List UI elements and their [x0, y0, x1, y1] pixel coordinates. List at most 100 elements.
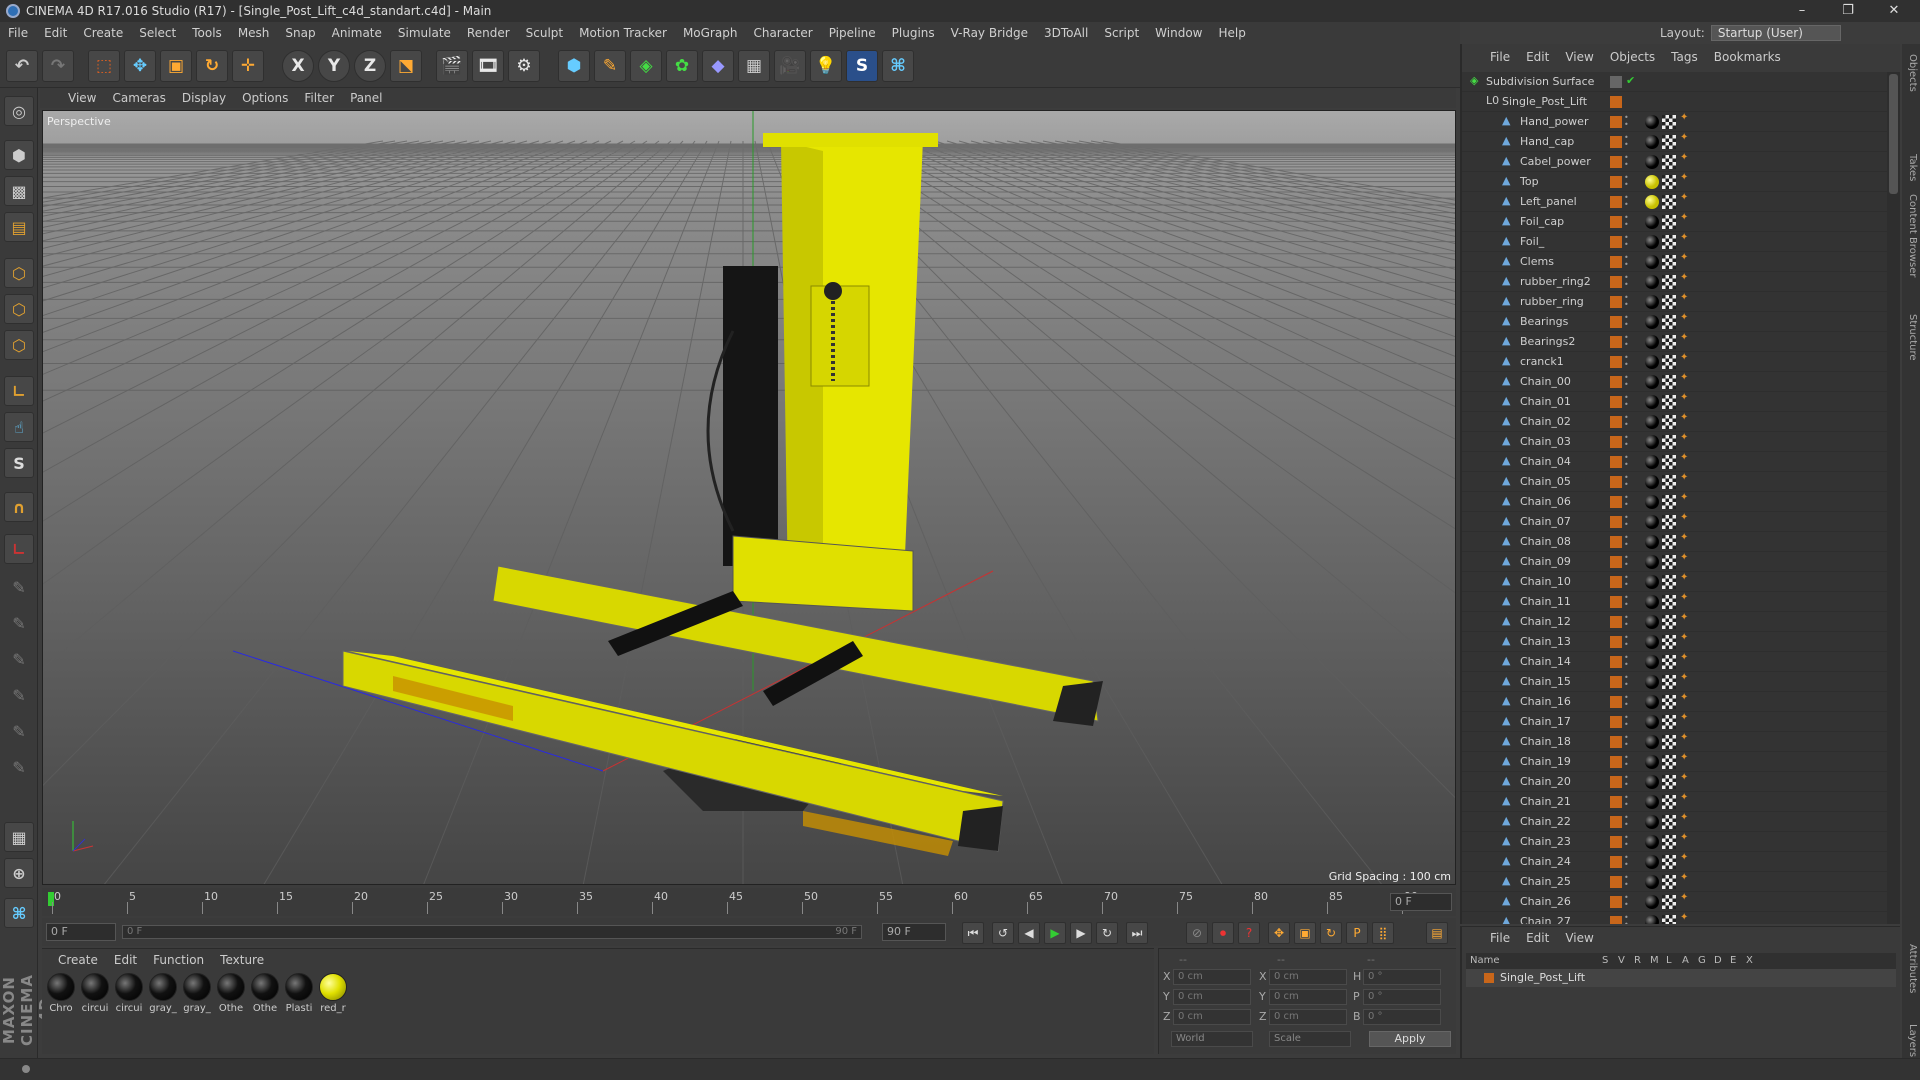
visibility-toggle[interactable]	[1610, 76, 1622, 88]
layer-color-swatch[interactable]	[1610, 776, 1622, 788]
side-tab-objects[interactable]: Objects	[1904, 54, 1918, 92]
layer-color-swatch[interactable]	[1610, 236, 1622, 248]
layer-color-swatch[interactable]	[1610, 616, 1622, 628]
layer-column-header[interactable]: X	[1746, 955, 1753, 966]
material-swatch[interactable]: gray_	[148, 973, 178, 1014]
texture-tag-icon[interactable]	[1662, 715, 1676, 729]
menu-plugins[interactable]: Plugins	[884, 26, 943, 40]
floor-icon[interactable]: ▦	[738, 50, 770, 82]
phong-tag-icon[interactable]: ✦	[1680, 333, 1688, 343]
layer-color-swatch[interactable]	[1610, 376, 1622, 388]
texture-tag-icon[interactable]	[1662, 515, 1676, 529]
texture-mode-icon[interactable]: ▩	[4, 176, 34, 206]
polygons-mode-icon[interactable]: ⬡	[4, 330, 34, 360]
visibility-dots-icon[interactable]: • •	[1624, 214, 1632, 230]
layer-color-swatch[interactable]	[1610, 256, 1622, 268]
axis-mode-icon[interactable]: ∟	[4, 376, 34, 406]
side-tab-structure[interactable]: Structure	[1904, 314, 1918, 361]
layout-dropdown[interactable]: Startup (User)	[1710, 25, 1841, 41]
layer-color-swatch[interactable]	[1610, 796, 1622, 808]
layer-color-swatch[interactable]	[1610, 436, 1622, 448]
phong-tag-icon[interactable]: ✦	[1680, 173, 1688, 183]
render-settings-icon[interactable]: ⚙	[508, 50, 540, 82]
visibility-dots-icon[interactable]: • •	[1624, 794, 1632, 810]
texture-tag-icon[interactable]	[1662, 235, 1676, 249]
texture-tag-icon[interactable]	[1662, 915, 1676, 924]
texture-tag-icon[interactable]	[1662, 675, 1676, 689]
visibility-dots-icon[interactable]: • •	[1624, 134, 1632, 150]
material-swatch[interactable]: Plasti	[284, 973, 314, 1014]
layer-color-swatch[interactable]	[1610, 396, 1622, 408]
viewport-menu-display[interactable]: Display	[174, 91, 234, 105]
visibility-dots-icon[interactable]: • •	[1624, 474, 1632, 490]
material-swatch[interactable]: circui	[114, 973, 144, 1014]
perspective-viewport[interactable]: Perspective Grid Spacing : 100 cm	[42, 110, 1456, 885]
material-tag-icon[interactable]	[1645, 535, 1659, 549]
key-position-icon[interactable]: ✥	[1268, 922, 1290, 944]
layer-color-swatch[interactable]	[1610, 816, 1622, 828]
layer-color-swatch[interactable]	[1610, 556, 1622, 568]
visibility-dots-icon[interactable]: • •	[1624, 434, 1632, 450]
material-tag-icon[interactable]	[1645, 655, 1659, 669]
visibility-dots-icon[interactable]: • •	[1624, 634, 1632, 650]
object-row[interactable]: ▲ Chain_05 • • ✦	[1462, 472, 1887, 492]
visibility-dots-icon[interactable]: • •	[1624, 774, 1632, 790]
layer-color-swatch[interactable]	[1610, 316, 1622, 328]
side-tab-takes[interactable]: Takes	[1904, 154, 1918, 181]
next-frame-icon[interactable]: ▶	[1070, 922, 1092, 944]
material-tag-icon[interactable]	[1645, 215, 1659, 229]
layer-color-swatch[interactable]	[1610, 636, 1622, 648]
layer-color-swatch[interactable]	[1610, 696, 1622, 708]
object-row[interactable]: ▲ Cabel_power • • ✦	[1462, 152, 1887, 172]
material-tag-icon[interactable]	[1645, 475, 1659, 489]
auto-key-icon[interactable]: ?	[1238, 922, 1260, 944]
object-row[interactable]: ▲ Chain_14 • • ✦	[1462, 652, 1887, 672]
phong-tag-icon[interactable]: ✦	[1680, 873, 1688, 883]
menu-simulate[interactable]: Simulate	[390, 26, 459, 40]
material-tag-icon[interactable]	[1645, 315, 1659, 329]
layer-color-swatch[interactable]	[1610, 496, 1622, 508]
material-swatch[interactable]: Chro	[46, 973, 76, 1014]
phong-tag-icon[interactable]: ✦	[1680, 833, 1688, 843]
play-icon[interactable]: ▶	[1044, 922, 1066, 944]
material-tag-icon[interactable]	[1645, 895, 1659, 909]
snap-points-icon[interactable]: ✎	[4, 644, 34, 674]
layer-color-swatch[interactable]	[1610, 736, 1622, 748]
coord-value-field[interactable]: 0 cm	[1173, 969, 1251, 985]
layer-menu-view[interactable]: View	[1557, 931, 1601, 945]
points-mode-icon[interactable]: ⬡	[4, 258, 34, 288]
texture-tag-icon[interactable]	[1662, 295, 1676, 309]
coordinate-system-icon[interactable]: ⬔	[390, 50, 422, 82]
end-frame-field[interactable]: 90 F	[882, 923, 946, 941]
layer-color-swatch[interactable]	[1610, 856, 1622, 868]
object-menu-tags[interactable]: Tags	[1663, 50, 1706, 64]
object-row[interactable]: ▲ Chain_26 • • ✦	[1462, 892, 1887, 912]
phong-tag-icon[interactable]: ✦	[1680, 853, 1688, 863]
object-row[interactable]: ▲ Chain_25 • • ✦	[1462, 872, 1887, 892]
phong-tag-icon[interactable]: ✦	[1680, 153, 1688, 163]
object-menu-view[interactable]: View	[1557, 50, 1601, 64]
snap-axis-icon[interactable]: ✎	[4, 716, 34, 746]
object-list-scrollbar[interactable]	[1887, 72, 1900, 924]
texture-tag-icon[interactable]	[1662, 875, 1676, 889]
object-row[interactable]: ▲ Bearings2 • • ✦	[1462, 332, 1887, 352]
object-row[interactable]: ▲ Clems • • ✦	[1462, 252, 1887, 272]
material-swatch[interactable]: circui	[80, 973, 110, 1014]
menu-help[interactable]: Help	[1210, 26, 1253, 40]
texture-tag-icon[interactable]	[1662, 495, 1676, 509]
layer-column-header[interactable]: L	[1666, 955, 1672, 966]
texture-tag-icon[interactable]	[1662, 395, 1676, 409]
texture-tag-icon[interactable]	[1662, 455, 1676, 469]
texture-tag-icon[interactable]	[1662, 355, 1676, 369]
material-tag-icon[interactable]	[1645, 595, 1659, 609]
apply-button[interactable]: Apply	[1369, 1031, 1451, 1047]
phong-tag-icon[interactable]: ✦	[1680, 513, 1688, 523]
texture-tag-icon[interactable]	[1662, 835, 1676, 849]
object-row[interactable]: ▲ Chain_13 • • ✦	[1462, 632, 1887, 652]
grid-icon[interactable]: ▦	[4, 822, 34, 852]
menu-select[interactable]: Select	[131, 26, 184, 40]
layer-color-swatch[interactable]	[1610, 576, 1622, 588]
texture-tag-icon[interactable]	[1662, 255, 1676, 269]
material-tag-icon[interactable]	[1645, 295, 1659, 309]
object-row[interactable]: ▲ Hand_power • • ✦	[1462, 112, 1887, 132]
